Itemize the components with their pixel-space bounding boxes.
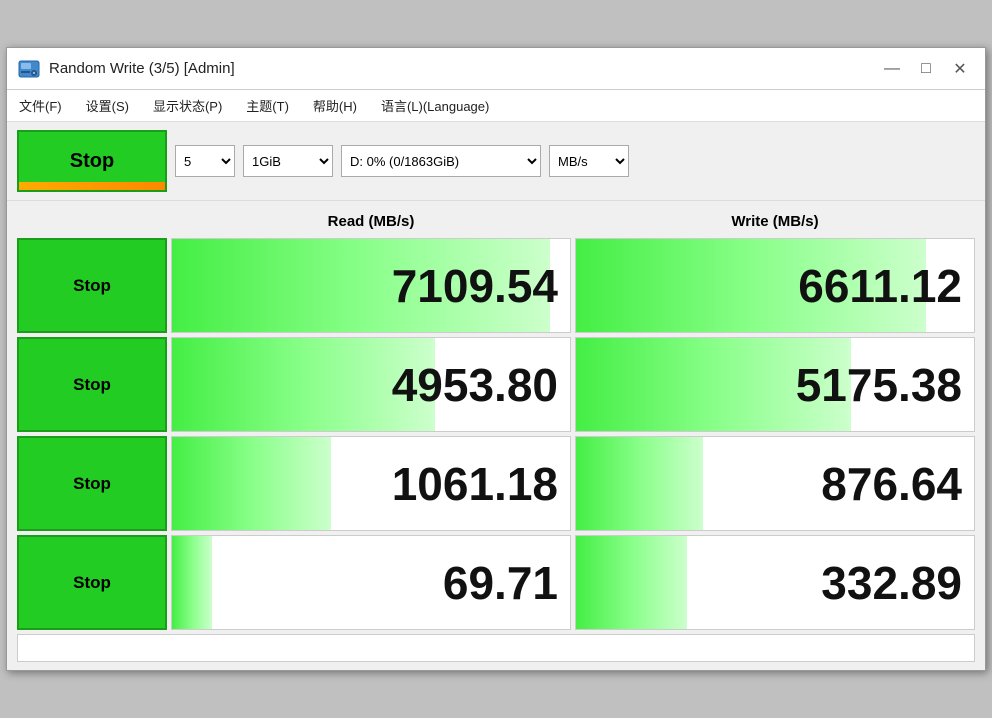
size-select[interactable]: 1GiB 512MiB 256MiB	[243, 145, 333, 177]
main-stop-button[interactable]: Stop	[17, 130, 167, 192]
menu-language[interactable]: 语言(L)(Language)	[377, 94, 493, 117]
menu-help[interactable]: 帮助(H)	[309, 94, 361, 117]
menu-bar: 文件(F) 设置(S) 显示状态(P) 主题(T) 帮助(H) 语言(L)(Languag…	[7, 90, 985, 122]
write-value-1: 6611.12	[575, 238, 975, 333]
header-empty	[17, 209, 167, 234]
stop-button-3[interactable]: Stop	[17, 436, 167, 531]
stop-button-2[interactable]: Stop	[17, 337, 167, 432]
table-row: Stop 1061.18 876.64	[17, 436, 975, 531]
read-value-4: 69.71	[171, 535, 571, 630]
header-read: Read (MB/s)	[171, 209, 571, 234]
read-value-1: 7109.54	[171, 238, 571, 333]
maximize-button[interactable]: □	[911, 57, 941, 81]
toolbar: Stop 5 3 1 1GiB 512MiB 256MiB D: 0% (0/1…	[7, 122, 985, 201]
status-bar	[17, 634, 975, 662]
menu-display[interactable]: 显示状态(P)	[149, 94, 226, 117]
table-row: Stop 7109.54 6611.12	[17, 238, 975, 333]
menu-settings[interactable]: 设置(S)	[82, 94, 133, 117]
main-content: Read (MB/s) Write (MB/s) Stop 7109.54 66…	[7, 201, 985, 670]
write-value-4: 332.89	[575, 535, 975, 630]
table-row: Stop 69.71 332.89	[17, 535, 975, 630]
main-window: Random Write (3/5) [Admin] — □ ✕ 文件(F) 设置…	[6, 47, 986, 671]
menu-theme[interactable]: 主题(T)	[242, 94, 293, 117]
write-value-2: 5175.38	[575, 337, 975, 432]
stop-button-4[interactable]: Stop	[17, 535, 167, 630]
read-value-2: 4953.80	[171, 337, 571, 432]
table-header: Read (MB/s) Write (MB/s)	[17, 209, 975, 234]
read-value-3: 1061.18	[171, 436, 571, 531]
title-bar: Random Write (3/5) [Admin] — □ ✕	[7, 48, 985, 90]
unit-select[interactable]: MB/s GB/s IOPS	[549, 145, 629, 177]
disk-icon	[17, 57, 41, 81]
num-select[interactable]: 5 3 1	[175, 145, 235, 177]
title-left: Random Write (3/5) [Admin]	[17, 57, 235, 81]
menu-file[interactable]: 文件(F)	[15, 94, 66, 117]
stop-button-1[interactable]: Stop	[17, 238, 167, 333]
table-row: Stop 4953.80 5175.38	[17, 337, 975, 432]
drive-select[interactable]: D: 0% (0/1863GiB)	[341, 145, 541, 177]
write-value-3: 876.64	[575, 436, 975, 531]
header-write: Write (MB/s)	[575, 209, 975, 234]
close-button[interactable]: ✕	[945, 57, 975, 81]
window-title: Random Write (3/5) [Admin]	[49, 60, 235, 77]
title-controls: — □ ✕	[877, 57, 975, 81]
minimize-button[interactable]: —	[877, 57, 907, 81]
